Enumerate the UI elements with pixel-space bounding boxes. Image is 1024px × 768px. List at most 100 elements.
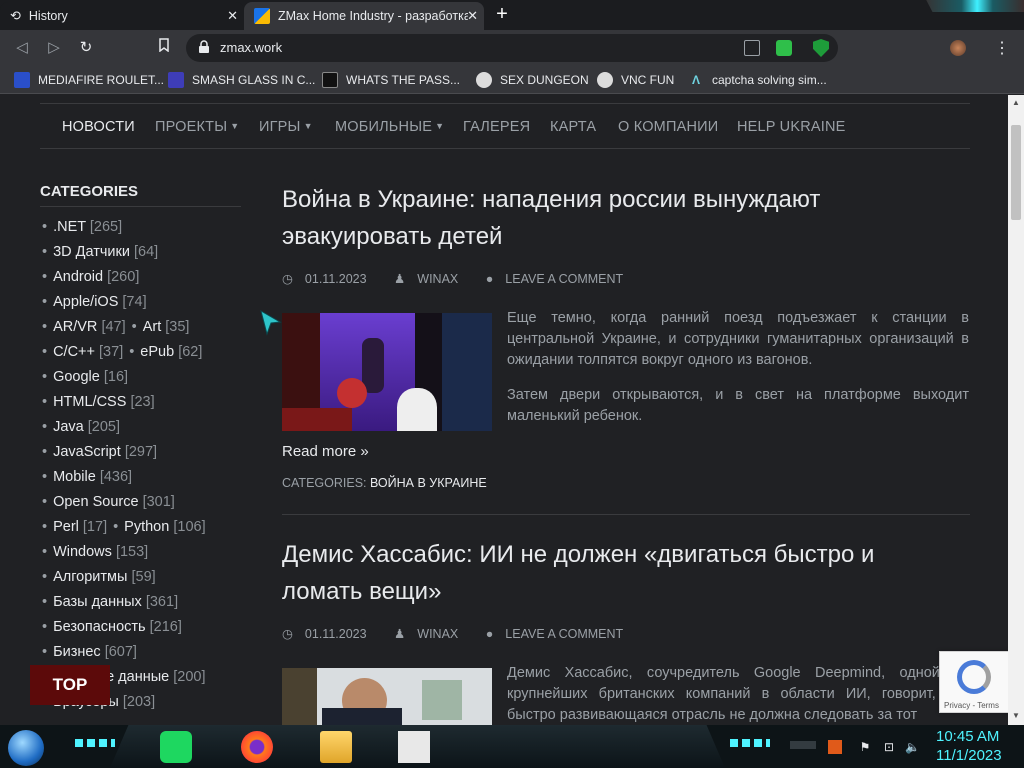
category-link[interactable]: Mobile — [53, 469, 96, 485]
bullet-icon: • — [42, 494, 48, 510]
category-link[interactable]: Безопасность — [53, 619, 146, 635]
category-link[interactable]: Apple/iOS — [53, 294, 118, 310]
category-count: [260] — [107, 269, 140, 285]
category-link[interactable]: ВОЙНА В УКРАИНЕ — [370, 476, 487, 490]
category-link[interactable]: Art — [143, 319, 162, 335]
clock-time[interactable]: 10:45 AM — [936, 728, 999, 745]
clock-date[interactable]: 11/1/2023 — [936, 747, 1002, 764]
url-text: zmax.work — [220, 40, 283, 55]
category-link[interactable]: Бизнес — [53, 644, 101, 660]
start-orb-icon[interactable] — [8, 730, 44, 766]
category-link[interactable]: C/C++ — [53, 344, 95, 360]
category-link[interactable]: ePub — [140, 344, 174, 360]
nav-map[interactable]: КАРТА — [550, 119, 596, 135]
tab-label: ZMax Home Industry - разработка — [278, 9, 468, 23]
comment-link[interactable]: ● LEAVE A COMMENT — [486, 627, 635, 641]
bookmark-item[interactable]: WHATS THE PASS... — [322, 71, 460, 89]
category-link[interactable]: .NET — [53, 219, 86, 235]
post-author[interactable]: ♟ WINAX — [394, 272, 470, 286]
nav-about[interactable]: О КОМПАНИИ — [618, 119, 718, 135]
tab-zmax[interactable]: ZMax Home Industry - разработка ✕ — [244, 2, 484, 30]
category-row: • C/C++ [37] • ePub [62] — [42, 344, 202, 360]
close-tab-icon[interactable]: ✕ — [227, 8, 238, 24]
flag-icon[interactable]: ⚑ — [858, 740, 872, 754]
nav-news[interactable]: НОВОСТИ — [62, 119, 135, 135]
reload-button[interactable]: ↻ — [76, 38, 96, 58]
volume-icon[interactable]: 🔈 — [905, 740, 920, 754]
firefox-icon[interactable] — [241, 731, 273, 763]
category-link[interactable]: Windows — [53, 544, 112, 560]
nav-help-ukraine[interactable]: HELP UKRAINE — [737, 119, 846, 135]
menu-icon[interactable]: ⋮ — [994, 38, 1010, 58]
browser-toolbar: ◁ ▷ ↻ zmax.work ⋮ — [0, 30, 1024, 66]
translate-icon[interactable] — [744, 40, 760, 56]
back-button[interactable]: ◁ — [12, 38, 32, 58]
category-count: [37] — [99, 344, 124, 360]
bookmark-star-button[interactable] — [154, 38, 174, 58]
divider — [282, 514, 970, 515]
bullet-icon: • — [42, 394, 48, 410]
captcha-icon: Λ — [691, 73, 700, 87]
category-link[interactable]: AR/VR — [53, 319, 97, 335]
scroll-to-top-button[interactable]: TOP — [30, 665, 110, 705]
address-bar[interactable]: zmax.work — [186, 34, 838, 62]
recaptcha-badge[interactable]: Privacy - Terms — [939, 651, 1008, 713]
category-row: • JavaScript [297] — [42, 444, 157, 460]
extension-green-icon[interactable] — [776, 40, 792, 56]
nav-games[interactable]: ИГРЫ ▼ — [259, 119, 313, 135]
page-scrollbar[interactable]: ▲ ▼ — [1008, 95, 1024, 725]
window-decoration — [926, 0, 1024, 12]
read-more-link[interactable]: Read more » — [282, 443, 369, 460]
profile-avatar[interactable] — [950, 40, 966, 56]
category-link[interactable]: Android — [53, 269, 103, 285]
category-link[interactable]: Базы данных — [53, 594, 142, 610]
taskbar-decoration — [790, 741, 816, 749]
nav-mobile[interactable]: МОБИЛЬНЫЕ ▼ — [335, 119, 444, 135]
close-tab-icon[interactable]: ✕ — [467, 8, 478, 24]
mediafire-icon — [14, 72, 30, 88]
post-image[interactable] — [282, 313, 492, 431]
category-link[interactable]: Open Source — [53, 494, 138, 510]
bullet-icon: • — [42, 419, 48, 435]
post-author[interactable]: ♟ WINAX — [394, 627, 470, 641]
category-count: [74] — [122, 294, 147, 310]
category-link[interactable]: JavaScript — [53, 444, 121, 460]
post-title[interactable]: Демис Хассабис: ИИ не должен «двигаться … — [282, 536, 922, 610]
category-link[interactable]: HTML/CSS — [53, 394, 126, 410]
category-link[interactable]: Perl — [53, 519, 79, 535]
post-image[interactable] — [282, 668, 492, 725]
network-icon[interactable]: ⊡ — [882, 740, 896, 754]
scroll-up-icon[interactable]: ▲ — [1011, 98, 1021, 108]
category-count: [17] — [82, 519, 108, 535]
user-icon: ♟ — [394, 272, 406, 286]
category-link[interactable]: Java — [53, 419, 84, 435]
app-window-icon[interactable] — [398, 731, 430, 763]
new-tab-button[interactable]: + — [491, 4, 513, 25]
category-link[interactable]: Google — [53, 369, 100, 385]
nav-gallery[interactable]: ГАЛЕРЕЯ — [463, 119, 530, 135]
shield-extension-icon[interactable] — [813, 39, 829, 57]
bookmark-item[interactable]: VNC FUN — [597, 71, 674, 89]
category-link[interactable]: Python — [124, 519, 169, 535]
category-link[interactable]: Алгоритмы — [53, 569, 127, 585]
bookmark-item[interactable]: SEX DUNGEON — [476, 71, 589, 89]
comment-link[interactable]: ● LEAVE A COMMENT — [486, 272, 635, 286]
nav-projects[interactable]: ПРОЕКТЫ ▼ — [155, 119, 239, 135]
bookmark-label: MEDIAFIRE ROULET... — [38, 73, 165, 87]
bullet-icon: • — [42, 594, 48, 610]
notes-app-icon[interactable] — [160, 731, 192, 763]
tray-app-icon[interactable] — [828, 740, 842, 754]
file-explorer-icon[interactable] — [320, 731, 352, 763]
comment-icon: ● — [485, 272, 494, 286]
scroll-down-icon[interactable]: ▼ — [1011, 711, 1021, 721]
category-count: [23] — [130, 394, 155, 410]
post-title[interactable]: Война в Украине: нападения россии вынужд… — [282, 181, 922, 255]
scrollbar-thumb[interactable] — [1011, 125, 1021, 220]
forward-button[interactable]: ▷ — [44, 38, 64, 58]
category-link[interactable]: 3D Датчики — [53, 244, 130, 260]
bookmark-item[interactable]: Λ captcha solving sim... — [688, 71, 827, 89]
bookmark-item[interactable]: SMASH GLASS IN C... — [168, 71, 315, 89]
bookmark-item[interactable]: MEDIAFIRE ROULET... — [14, 71, 164, 89]
category-count: [64] — [133, 244, 159, 260]
tab-history[interactable]: ⟲ History ✕ — [0, 2, 244, 30]
